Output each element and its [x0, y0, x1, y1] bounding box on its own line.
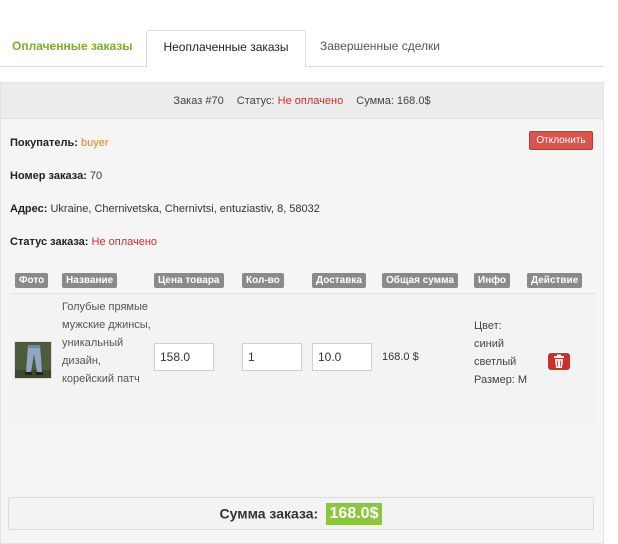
order-sum: Сумма: 168.0$: [356, 95, 431, 107]
jeans-photo-icon: [15, 342, 51, 378]
buyer-link[interactable]: buyer: [81, 137, 109, 149]
delivery-input[interactable]: [312, 343, 372, 371]
col-header-name: Название: [62, 273, 118, 288]
col-header-qty: Кол-во: [242, 273, 284, 288]
col-header-delivery: Доставка: [312, 273, 366, 288]
order-status-line: Статус заказа: Не оплачено: [10, 236, 157, 248]
product-photo: [14, 341, 52, 379]
buyer-line: Покупатель: buyer: [10, 137, 109, 149]
reject-button[interactable]: Отклонить: [529, 131, 593, 150]
trash-icon: [554, 354, 564, 368]
order-number-value: 70: [89, 170, 103, 182]
order-sum-bar: Сумма заказа: 168.0$: [8, 497, 594, 530]
order-sum-value: 168.0$: [325, 502, 383, 525]
order-status-label: Статус:: [236, 95, 275, 107]
product-name[interactable]: Голубые прямые мужские джинсы, уникальны…: [62, 298, 152, 388]
order-header: Заказ #70 Статус: Не оплачено Сумма: 168…: [1, 83, 603, 119]
order-panel: Заказ #70 Статус: Не оплачено Сумма: 168…: [0, 82, 604, 544]
product-info: Цвет: синий светлый Размер: M: [474, 320, 528, 386]
order-number: Заказ #70: [173, 95, 224, 107]
order-status-detail-label: Статус заказа:: [10, 236, 89, 248]
delete-button[interactable]: [548, 353, 570, 370]
address-line: Адрес: Ukraine, Chernivetska, Chernivtsi…: [10, 203, 320, 215]
col-header-photo: Фото: [15, 273, 49, 288]
tab-unpaid-orders[interactable]: Неоплаченные заказы: [146, 30, 306, 68]
address-label: Адрес:: [10, 203, 48, 215]
order-tabs: Оплаченные заказы Неоплаченные заказы За…: [0, 30, 604, 68]
col-header-total: Общая сумма: [382, 273, 458, 288]
order-sum-label: Сумма заказа:: [219, 505, 319, 522]
order-status: Статус: Не оплачено: [237, 95, 343, 107]
tab-completed-deals[interactable]: Завершенные сделки: [320, 30, 440, 67]
address-value: Ukraine, Chernivetska, Chernivtsi, entuz…: [50, 203, 320, 215]
row-total: 168.0 $: [382, 351, 419, 363]
order-number-line: Номер заказа: 70: [10, 170, 102, 182]
price-input[interactable]: [154, 343, 214, 371]
col-header-info: Инфо: [474, 273, 510, 288]
order-status-detail-value: Не оплачено: [91, 236, 158, 248]
tab-paid-orders[interactable]: Оплаченные заказы: [12, 30, 133, 67]
order-status-value: Не оплачено: [277, 95, 344, 107]
col-header-price: Цена товара: [154, 273, 224, 288]
order-number-label: Номер заказа:: [10, 170, 87, 182]
buyer-label: Покупатель:: [10, 137, 78, 149]
quantity-input[interactable]: [242, 343, 302, 371]
col-header-action: Действие: [527, 273, 583, 288]
